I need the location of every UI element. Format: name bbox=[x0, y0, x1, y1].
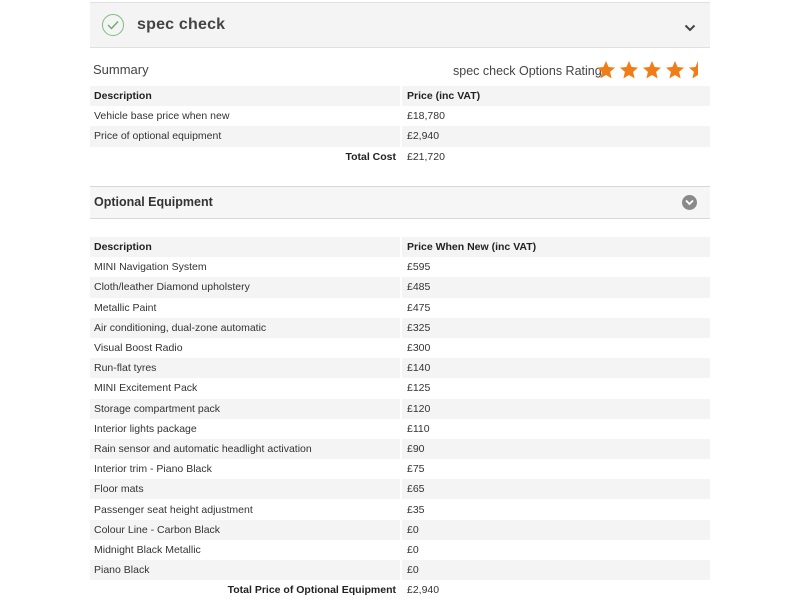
star-full-icon bbox=[643, 61, 661, 79]
table-row: Metallic Paint £475 bbox=[90, 297, 710, 318]
row-price: £0 bbox=[400, 539, 710, 560]
row-price: £475 bbox=[400, 297, 710, 318]
row-price: £485 bbox=[400, 277, 710, 298]
summary-table: Description Price (inc VAT) Vehicle base… bbox=[90, 86, 710, 167]
total-row: Total Price of Optional Equipment £2,940 bbox=[90, 580, 710, 600]
row-description: Run-flat tyres bbox=[90, 358, 401, 379]
chevron-down-icon[interactable] bbox=[684, 19, 696, 37]
spec-check-accordion-header[interactable]: spec check bbox=[90, 2, 710, 48]
row-description: Rain sensor and automatic headlight acti… bbox=[90, 438, 401, 460]
star-full-icon bbox=[666, 61, 684, 79]
row-price: £90 bbox=[400, 438, 710, 460]
table-header-row: Description Price (inc VAT) bbox=[90, 86, 710, 107]
column-header-price-when-new: Price When New (inc VAT) bbox=[400, 237, 710, 258]
table-header-row: Description Price When New (inc VAT) bbox=[90, 237, 710, 258]
row-description: Piano Black bbox=[90, 560, 401, 581]
star-full-icon bbox=[620, 61, 638, 79]
table-row: Visual Boost Radio £300 bbox=[90, 337, 710, 359]
row-description: Price of optional equipment bbox=[90, 126, 401, 147]
table-row: Interior lights package £110 bbox=[90, 418, 710, 439]
row-price: £120 bbox=[400, 398, 710, 419]
total-row: Total Cost £21,720 bbox=[90, 146, 710, 167]
chevron-down-circle-icon[interactable] bbox=[682, 195, 697, 210]
row-description: Floor mats bbox=[90, 479, 401, 500]
total-cost-value: £21,720 bbox=[400, 146, 710, 167]
row-price: £300 bbox=[400, 337, 710, 359]
table-row: Piano Black £0 bbox=[90, 560, 710, 581]
row-price: £125 bbox=[400, 378, 710, 399]
row-price: £325 bbox=[400, 317, 710, 338]
table-row: Rain sensor and automatic headlight acti… bbox=[90, 438, 710, 460]
row-price: £0 bbox=[400, 560, 710, 581]
table-row: Vehicle base price when new £18,780 bbox=[90, 106, 710, 127]
row-price: £65 bbox=[400, 479, 710, 500]
row-description: MINI Navigation System bbox=[94, 261, 207, 274]
table-row: Floor mats £65 bbox=[90, 479, 710, 500]
check-circle-icon bbox=[102, 14, 124, 36]
table-row: Colour Line - Carbon Black £0 bbox=[90, 519, 710, 540]
optional-equipment-table: Description Price When New (inc VAT) MIN… bbox=[90, 237, 710, 600]
table-row: MINI Excitement Pack £125 bbox=[90, 378, 710, 399]
spec-check-title: spec check bbox=[137, 16, 226, 33]
options-rating-stars bbox=[596, 60, 708, 80]
table-row: Cloth/leather Diamond upholstery £485 bbox=[90, 277, 710, 298]
total-cost-label: Total Cost bbox=[345, 150, 396, 163]
row-price: £35 bbox=[400, 499, 710, 520]
table-row: Air conditioning, dual-zone automatic £32… bbox=[90, 317, 710, 338]
row-description: MINI Excitement Pack bbox=[94, 382, 198, 395]
row-description: Metallic Paint bbox=[94, 301, 157, 314]
row-description: Air conditioning, dual-zone automatic bbox=[90, 317, 401, 338]
row-description: Visual Boost Radio bbox=[94, 342, 183, 355]
column-header-description: Description bbox=[90, 86, 401, 107]
column-header-price: Price (inc VAT) bbox=[400, 86, 710, 107]
row-description: Storage compartment pack bbox=[90, 398, 401, 419]
row-description: Midnight Black Metallic bbox=[94, 543, 201, 556]
row-price: £110 bbox=[400, 418, 710, 439]
row-price: £2,940 bbox=[400, 126, 710, 147]
star-full-icon bbox=[597, 61, 615, 79]
row-price: £0 bbox=[400, 519, 710, 540]
row-description: Cloth/leather Diamond upholstery bbox=[90, 277, 401, 298]
row-description: Vehicle base price when new bbox=[94, 110, 230, 123]
row-description: Colour Line - Carbon Black bbox=[90, 519, 401, 540]
row-description: Interior lights package bbox=[94, 422, 197, 435]
table-row: Passenger seat height adjustment £35 bbox=[90, 499, 710, 520]
row-price: £18,780 bbox=[400, 106, 710, 127]
row-description: Passenger seat height adjustment bbox=[94, 503, 253, 516]
table-row: Run-flat tyres £140 bbox=[90, 358, 710, 379]
optional-equipment-title: Optional Equipment bbox=[94, 195, 213, 209]
row-price: £75 bbox=[400, 459, 710, 480]
total-optional-label: Total Price of Optional Equipment bbox=[227, 584, 396, 597]
options-rating-label: spec check Options Rating: bbox=[453, 64, 606, 78]
total-optional-value: £2,940 bbox=[400, 580, 710, 600]
table-row: MINI Navigation System £595 bbox=[90, 257, 710, 278]
table-row: Price of optional equipment £2,940 bbox=[90, 126, 710, 147]
row-price: £140 bbox=[400, 358, 710, 379]
table-row: Storage compartment pack £120 bbox=[90, 398, 710, 419]
row-price: £595 bbox=[400, 257, 710, 278]
column-header-description: Description bbox=[90, 237, 401, 258]
summary-heading: Summary bbox=[93, 62, 149, 77]
table-row: Interior trim - Piano Black £75 bbox=[90, 459, 710, 480]
table-row: Midnight Black Metallic £0 bbox=[90, 539, 710, 560]
optional-equipment-accordion-header[interactable]: Optional Equipment bbox=[90, 186, 710, 219]
row-description: Interior trim - Piano Black bbox=[94, 463, 212, 476]
star-half-icon bbox=[689, 61, 698, 79]
